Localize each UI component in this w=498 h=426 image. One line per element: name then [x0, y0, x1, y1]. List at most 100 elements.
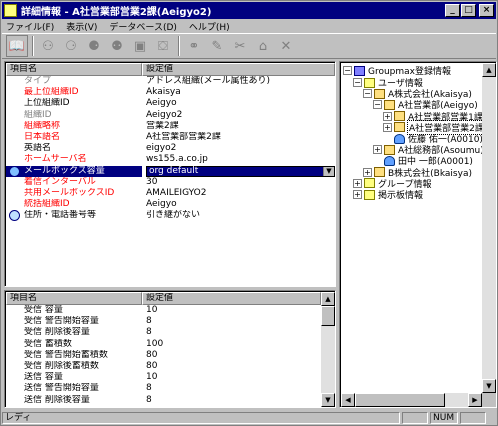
- expand-toggle[interactable]: +: [383, 111, 392, 121]
- lower-vertical-scrollbar[interactable]: ▲ ▼: [321, 292, 335, 407]
- lock-icon[interactable]: ⌂: [252, 35, 274, 57]
- item-value: 引き継がない: [146, 210, 201, 221]
- expand-toggle[interactable]: +: [363, 167, 372, 177]
- link-icon[interactable]: ⚭: [183, 35, 205, 57]
- table-row[interactable]: メールボックス容量 org default ▼: [6, 165, 335, 177]
- item-value: Aeigyo: [146, 199, 177, 210]
- table-row[interactable]: 組織略称 営業2課: [6, 121, 335, 132]
- item-name: 統括組織ID: [24, 199, 70, 210]
- table-row[interactable]: 住所・電話番号等 引き継がない: [6, 210, 335, 222]
- menu-file[interactable]: ファイル(F): [6, 20, 54, 33]
- table-row[interactable]: 最上位組織ID Akaisya: [6, 87, 335, 98]
- tree-horizontal-scrollbar[interactable]: ◀ ▶: [341, 393, 482, 407]
- item-name: 受信 容量: [24, 305, 63, 315]
- table-row[interactable]: 受信 警告開始蓄積数 80: [6, 350, 335, 361]
- scroll-right-button[interactable]: ▶: [468, 393, 482, 407]
- delete-x-icon[interactable]: ✕: [275, 35, 297, 57]
- table-row[interactable]: 受信 容量 10: [6, 305, 335, 316]
- mailbox-icon[interactable]: ⛋: [152, 35, 174, 57]
- table-row[interactable]: 上位組織ID Aeigyo: [6, 98, 335, 109]
- table-row[interactable]: 着信インターバル 30: [6, 177, 335, 188]
- scroll-up-button[interactable]: ▲: [321, 292, 335, 306]
- item-name: メールボックス容量: [6, 165, 142, 177]
- item-value: 営業2課: [146, 120, 179, 131]
- tree-label: 掲示板情報: [378, 191, 424, 201]
- mailbox-capacity-select[interactable]: org default ▼: [146, 165, 335, 177]
- close-button[interactable]: ×: [479, 4, 494, 17]
- scroll-down-button[interactable]: ▼: [321, 393, 335, 407]
- collapse-toggle[interactable]: −: [363, 89, 372, 99]
- folder-icon: [364, 178, 375, 189]
- collapse-toggle[interactable]: −: [353, 78, 362, 87]
- collapse-toggle[interactable]: −: [373, 100, 382, 110]
- org-icon: [394, 122, 405, 133]
- item-value: AMAILEIGYO2: [146, 187, 207, 198]
- item-value: ws155.a.co.jp: [146, 154, 208, 165]
- item-name: 送信 削除後容量: [24, 394, 90, 405]
- title-bar[interactable]: 詳細情報 - A社営業部営業2課(Aeigyo2) _ □ ×: [2, 2, 496, 19]
- table-row[interactable]: 送信 削除後容量 8: [6, 395, 335, 406]
- app-icon[interactable]: [4, 4, 17, 17]
- upper-detail-pane: 項目名 設定値 タイプ アドレス組織(メール属性あり) 最上位組織ID Akaisya…: [4, 61, 336, 287]
- user-icon: [384, 155, 395, 166]
- item-value: アドレス組織(メール属性あり): [146, 76, 271, 86]
- scroll-up-button[interactable]: ▲: [482, 63, 496, 77]
- org-split-icon[interactable]: ⚇: [37, 35, 59, 57]
- scroll-thumb[interactable]: [321, 306, 335, 326]
- expand-toggle[interactable]: +: [373, 145, 382, 155]
- pen-icon[interactable]: ✎: [206, 35, 228, 57]
- item-value: 80: [146, 360, 158, 371]
- dropdown-arrow-icon[interactable]: ▼: [323, 166, 334, 176]
- open-book-icon[interactable]: 📖: [6, 35, 28, 57]
- item-name: 日本語名: [24, 131, 61, 142]
- scissors-pen-icon[interactable]: ✂: [229, 35, 251, 57]
- table-row[interactable]: 受信 削除後蓄積数 80: [6, 361, 335, 372]
- scroll-thumb[interactable]: [355, 393, 445, 407]
- tree-root[interactable]: − Groupmax登録情報: [343, 65, 452, 77]
- table-row[interactable]: 共用メールボックスID AMAILEIGYO2: [6, 188, 335, 199]
- table-row[interactable]: タイプ アドレス組織(メール属性あり): [6, 76, 335, 87]
- item-name: 受信 警告開始蓄積数: [24, 349, 108, 360]
- scroll-corner: [482, 393, 496, 407]
- menu-database[interactable]: データベース(D): [109, 20, 177, 33]
- add-user-icon[interactable]: ⚉: [106, 35, 128, 57]
- table-row[interactable]: 受信 警告開始容量 8: [6, 316, 335, 327]
- maximize-button[interactable]: □: [461, 4, 476, 17]
- add-org-icon[interactable]: ⚈: [83, 35, 105, 57]
- tree-node[interactable]: + 掲示板情報: [353, 189, 424, 201]
- org-icon: [384, 144, 395, 155]
- collapse-toggle[interactable]: −: [343, 66, 352, 75]
- expand-toggle[interactable]: +: [353, 190, 362, 199]
- table-row[interactable]: 統括組織ID Aeigyo: [6, 199, 335, 210]
- menu-help[interactable]: ヘルプ(H): [189, 20, 230, 33]
- column-header-item[interactable]: 項目名: [6, 292, 142, 305]
- table-row[interactable]: 送信 容量 10: [6, 372, 335, 383]
- column-header-item[interactable]: 項目名: [6, 63, 142, 76]
- org-merge-icon[interactable]: ⚆: [60, 35, 82, 57]
- scroll-down-button[interactable]: ▼: [482, 379, 496, 393]
- table-row[interactable]: 送信 警告開始容量 8: [6, 383, 335, 394]
- menu-view[interactable]: 表示(V): [66, 20, 97, 33]
- folder-icon: [364, 77, 375, 88]
- table-row[interactable]: 受信 削除後容量 8: [6, 327, 335, 338]
- table-row[interactable]: 組織ID Aeigyo2: [6, 110, 335, 121]
- item-value: 10: [146, 305, 158, 315]
- tree-vertical-scrollbar[interactable]: ▲ ▼: [482, 63, 496, 393]
- table-row[interactable]: 日本語名 A社営業部営業2課: [6, 132, 335, 143]
- expand-toggle[interactable]: +: [383, 122, 392, 132]
- item-name: 組織ID: [24, 109, 52, 120]
- item-value: 8: [146, 383, 152, 394]
- minimize-button[interactable]: _: [445, 4, 460, 17]
- column-header-value[interactable]: 設定値: [142, 292, 321, 305]
- expand-toggle[interactable]: +: [353, 178, 362, 188]
- user-icon: [394, 133, 405, 144]
- table-row[interactable]: ホームサーバ名 ws155.a.co.jp: [6, 154, 335, 165]
- lower-table-body: 受信 容量 10 受信 警告開始容量 8 受信 削除後容量 8 受信 蓄積数 100 受信 警告…: [6, 305, 335, 406]
- column-header-value[interactable]: 設定値: [142, 63, 335, 76]
- scroll-left-button[interactable]: ◀: [341, 393, 355, 407]
- user-card-icon[interactable]: ▣: [129, 35, 151, 57]
- item-value: Akaisya: [146, 87, 181, 98]
- table-row[interactable]: 受信 蓄積数 100: [6, 339, 335, 350]
- table-row[interactable]: 英語名 eigyo2: [6, 143, 335, 154]
- org-icon: [394, 111, 405, 122]
